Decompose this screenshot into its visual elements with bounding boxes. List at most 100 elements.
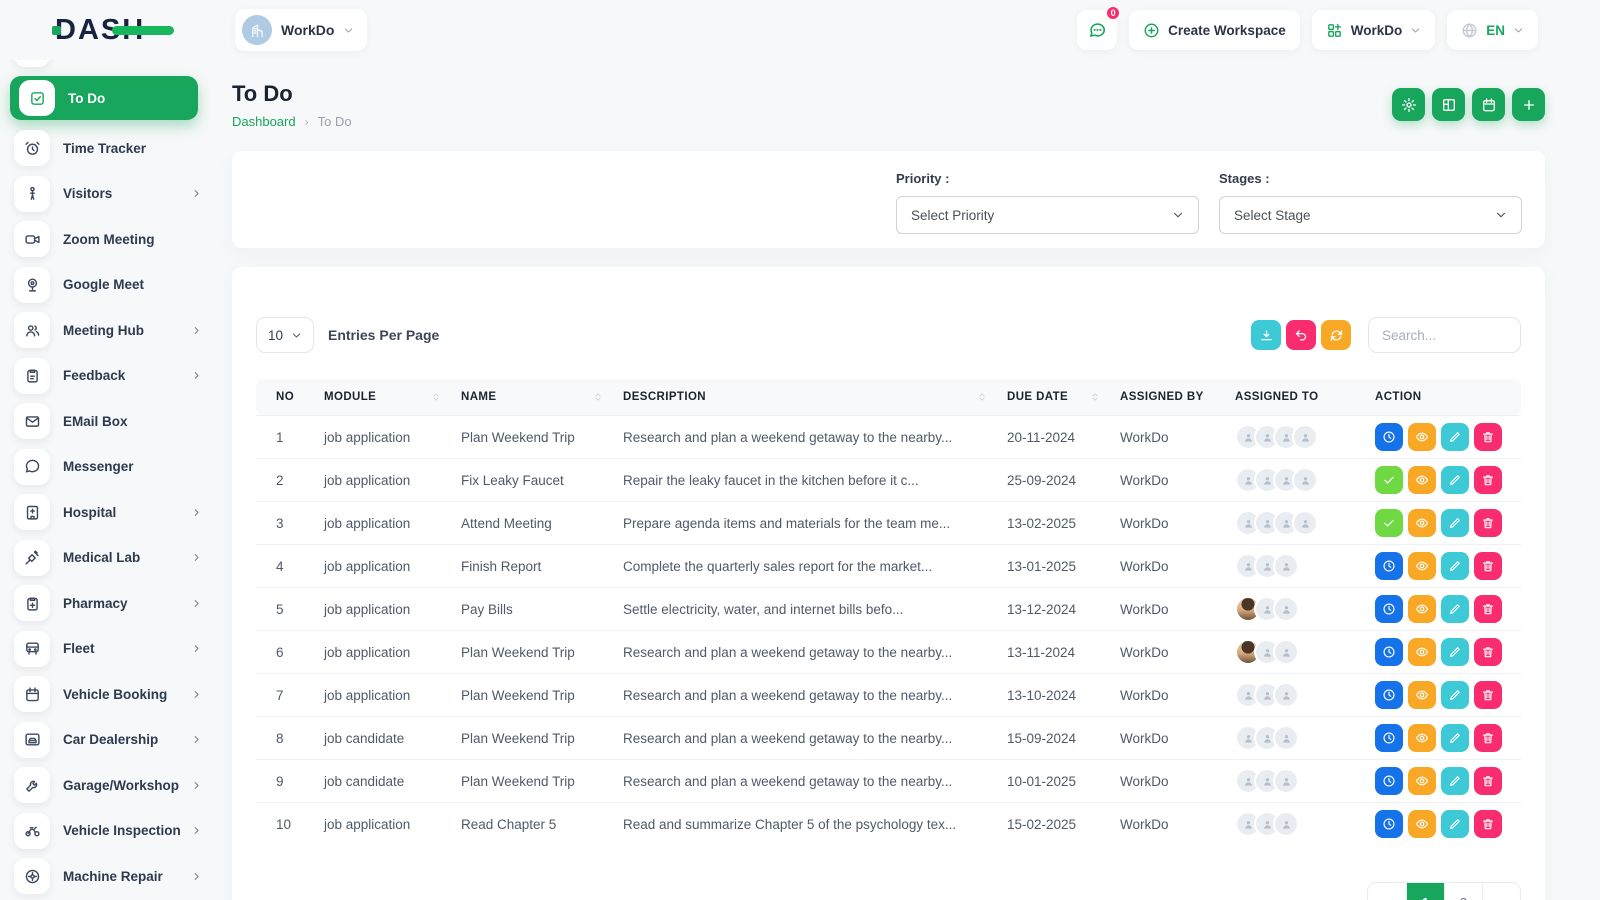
export-button[interactable] <box>1251 320 1281 350</box>
column-header-name[interactable]: NAME <box>451 379 613 416</box>
delete-button[interactable] <box>1474 466 1502 494</box>
column-header-no: NO <box>256 379 314 416</box>
edit-button[interactable] <box>1441 724 1469 752</box>
pagination-cell[interactable]: ‹ <box>1368 883 1406 900</box>
delete-button[interactable] <box>1474 638 1502 666</box>
sidebar-item-hospital[interactable]: Hospital <box>14 494 202 530</box>
sidebar-item-messenger[interactable]: Messenger <box>14 449 202 485</box>
edit-button[interactable] <box>1441 509 1469 537</box>
company-selector[interactable]: WorkDo <box>1312 10 1436 50</box>
view-button[interactable] <box>1408 423 1436 451</box>
pending-status-button[interactable] <box>1375 767 1403 795</box>
delete-button[interactable] <box>1474 552 1502 580</box>
sidebar-item-vehicle-booking[interactable]: Vehicle Booking <box>14 676 202 712</box>
column-header-assigned-by: ASSIGNED BY <box>1110 379 1225 416</box>
complete-status-button[interactable] <box>1375 466 1403 494</box>
eye-icon <box>1415 602 1429 616</box>
delete-button[interactable] <box>1474 595 1502 623</box>
search-input[interactable] <box>1368 317 1521 353</box>
messages-button[interactable]: 0 <box>1077 10 1117 50</box>
pending-status-button[interactable] <box>1375 552 1403 580</box>
pagination-page-active[interactable]: 1 <box>1406 883 1444 900</box>
sidebar-item-car-dealership[interactable]: Car Dealership <box>14 722 202 758</box>
pending-status-button[interactable] <box>1375 810 1403 838</box>
breadcrumb-dashboard-link[interactable]: Dashboard <box>232 114 296 129</box>
app-logo[interactable]: DASH <box>55 13 173 47</box>
delete-button[interactable] <box>1474 423 1502 451</box>
edit-button[interactable] <box>1441 595 1469 623</box>
row-module: job candidate <box>314 717 451 760</box>
refresh-button[interactable] <box>1321 320 1351 350</box>
pending-status-button[interactable] <box>1375 681 1403 709</box>
company-name: WorkDo <box>1351 23 1403 38</box>
person-icon <box>1299 517 1312 530</box>
view-button[interactable] <box>1408 595 1436 623</box>
view-button[interactable] <box>1408 638 1436 666</box>
entries-per-page-select[interactable]: 10 <box>256 317 314 353</box>
language-selector[interactable]: EN <box>1447 10 1538 50</box>
delete-button[interactable] <box>1474 681 1502 709</box>
view-button[interactable] <box>1408 767 1436 795</box>
edit-button[interactable] <box>1441 423 1469 451</box>
sidebar-item-google-meet[interactable]: Google Meet <box>14 267 202 303</box>
view-button[interactable] <box>1408 509 1436 537</box>
view-button[interactable] <box>1408 681 1436 709</box>
add-todo-button[interactable] <box>1512 88 1545 121</box>
pending-status-button[interactable] <box>1375 724 1403 752</box>
edit-button[interactable] <box>1441 681 1469 709</box>
sidebar-item-machine-repair[interactable]: Machine Repair <box>14 858 202 894</box>
sidebar-item-meeting-hub[interactable]: Meeting Hub <box>14 312 202 348</box>
create-workspace-button[interactable]: Create Workspace <box>1129 10 1300 50</box>
column-header-due-date[interactable]: DUE DATE <box>997 379 1110 416</box>
clipboard-plus-icon <box>14 585 50 621</box>
calendar-view-button[interactable] <box>1472 88 1505 121</box>
delete-button[interactable] <box>1474 509 1502 537</box>
delete-button[interactable] <box>1474 767 1502 795</box>
stage-select[interactable]: Select Stage <box>1219 196 1522 234</box>
pending-status-button[interactable] <box>1375 595 1403 623</box>
priority-select[interactable]: Select Priority <box>896 196 1199 234</box>
edit-button[interactable] <box>1441 552 1469 580</box>
workspace-selector[interactable]: WorkDo <box>235 9 367 51</box>
view-button[interactable] <box>1408 810 1436 838</box>
pending-status-button[interactable] <box>1375 638 1403 666</box>
pending-status-button[interactable] <box>1375 423 1403 451</box>
sidebar-item-feedback[interactable]: Feedback <box>14 358 202 394</box>
delete-button[interactable] <box>1474 724 1502 752</box>
edit-button[interactable] <box>1441 638 1469 666</box>
sidebar-item-vehicle-inspection[interactable]: Vehicle Inspection <box>14 813 202 849</box>
row-number: 3 <box>256 502 314 545</box>
edit-button[interactable] <box>1441 810 1469 838</box>
sidebar-item-visitors[interactable]: Visitors <box>14 176 202 212</box>
pagination-cell[interactable]: 2 <box>1444 883 1482 900</box>
pagination-cell[interactable]: › <box>1482 883 1520 900</box>
sidebar-item-to-do[interactable]: To Do <box>10 76 198 120</box>
board-view-button[interactable] <box>1432 88 1465 121</box>
assignee-avatar <box>1292 510 1318 536</box>
wrench-icon <box>14 767 50 803</box>
sidebar-item-time-tracker[interactable]: Time Tracker <box>14 130 202 166</box>
sidebar-item-garage-workshop[interactable]: Garage/Workshop <box>14 767 202 803</box>
column-header-module[interactable]: MODULE <box>314 379 451 416</box>
view-button[interactable] <box>1408 466 1436 494</box>
view-button[interactable] <box>1408 724 1436 752</box>
kanban-board-icon <box>1441 97 1457 113</box>
edit-button[interactable] <box>1441 767 1469 795</box>
view-button[interactable] <box>1408 552 1436 580</box>
settings-button[interactable] <box>1392 88 1425 121</box>
sidebar-item-fleet[interactable]: Fleet <box>14 631 202 667</box>
sidebar-item-zoom-meeting[interactable]: Zoom Meeting <box>14 221 202 257</box>
row-name: Fix Leaky Faucet <box>451 459 613 502</box>
clock-icon <box>1382 602 1396 616</box>
edit-button[interactable] <box>1441 466 1469 494</box>
pencil-icon <box>1448 817 1462 831</box>
reset-button[interactable] <box>1286 320 1316 350</box>
complete-status-button[interactable] <box>1375 509 1403 537</box>
sidebar-item-email-box[interactable]: EMail Box <box>14 403 202 439</box>
row-assigned-by: WorkDo <box>1110 502 1225 545</box>
calendar-icon <box>14 676 50 712</box>
delete-button[interactable] <box>1474 810 1502 838</box>
column-header-description[interactable]: DESCRIPTION <box>613 379 997 416</box>
sidebar-item-medical-lab[interactable]: Medical Lab <box>14 540 202 576</box>
sidebar-item-pharmacy[interactable]: Pharmacy <box>14 585 202 621</box>
